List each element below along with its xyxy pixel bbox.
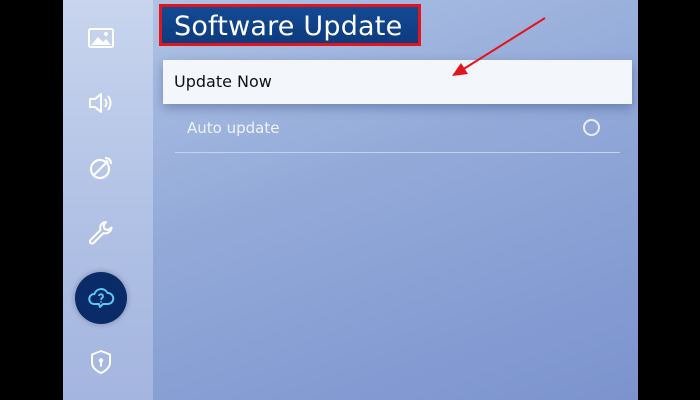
tv-settings-screen: Software Update Update Now Auto update (63, 0, 638, 400)
page-title-highlight: Software Update (159, 4, 421, 46)
sound-icon (89, 93, 112, 113)
sidebar-item-privacy[interactable] (77, 338, 125, 386)
auto-update-radio[interactable] (583, 119, 600, 136)
wrench-icon (88, 221, 113, 245)
broadcasting-icon (89, 157, 112, 180)
privacy-shield-icon (91, 350, 111, 374)
settings-sidebar (63, 0, 153, 400)
picture-icon (88, 28, 114, 48)
sidebar-item-broadcasting[interactable] (77, 144, 125, 192)
sidebar-item-general[interactable] (77, 209, 125, 257)
sidebar-item-sound[interactable] (77, 79, 125, 127)
auto-update-row[interactable]: Auto update (175, 114, 620, 153)
page-title: Software Update (174, 11, 403, 42)
support-cloud-question-icon (88, 288, 115, 308)
auto-update-label: Auto update (187, 119, 280, 137)
sidebar-item-picture[interactable] (77, 14, 125, 62)
sidebar-item-support[interactable] (75, 272, 127, 324)
update-now-button[interactable]: Update Now (163, 60, 632, 104)
update-now-label: Update Now (174, 72, 272, 91)
